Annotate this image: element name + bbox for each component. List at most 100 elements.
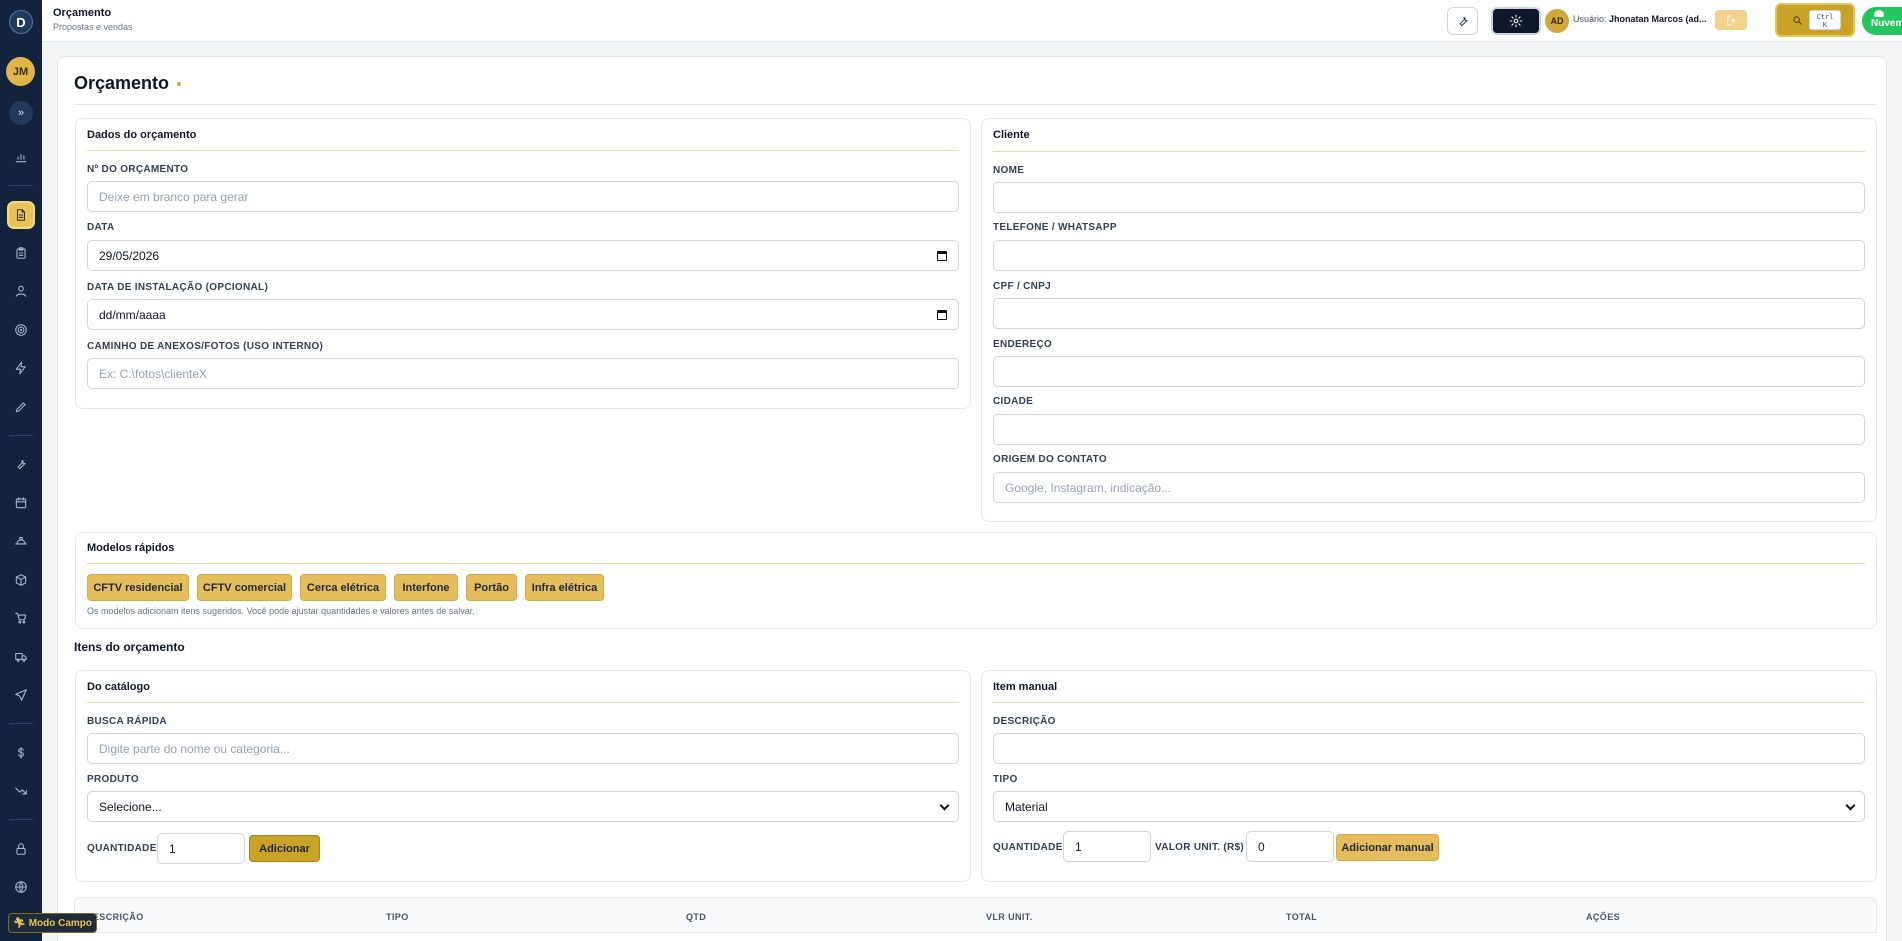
nome-input[interactable] (993, 182, 1865, 213)
cliente-card-title: Cliente (993, 129, 1030, 141)
modelos-card-title: Modelos rápidos (87, 542, 175, 554)
chip-cftv-residencial[interactable]: CFTV residencial (87, 574, 189, 601)
search-button[interactable]: Ctrl K (1775, 3, 1855, 37)
instalacao-label: DATA DE INSTALAÇÃO (OPCIONAL) (87, 282, 269, 293)
logout-icon (1726, 15, 1735, 25)
endereco-label: ENDEREÇO (993, 339, 1053, 350)
hard-hat-icon[interactable] (7, 527, 35, 555)
tipo-label: TIPO (993, 774, 1018, 785)
valor-label: VALOR UNIT. (R$) (1155, 842, 1245, 853)
document-icon[interactable] (7, 201, 35, 229)
cart-icon[interactable] (7, 604, 35, 632)
endereco-input[interactable] (993, 356, 1865, 387)
catalogo-card-title: Do catálogo (87, 681, 150, 693)
chevron-down-icon (939, 800, 950, 811)
chip-cftv-comercial[interactable]: CFTV comercial (197, 574, 292, 601)
trending-down-icon[interactable] (7, 777, 35, 805)
adicionar-button[interactable]: Adicionar (249, 835, 320, 862)
admin-avatar[interactable]: AD (1545, 9, 1569, 33)
th-tipo: TIPO (386, 912, 409, 922)
title-divider (74, 104, 1877, 105)
card-rule (993, 151, 1865, 152)
clipboard-icon[interactable] (7, 239, 35, 267)
box-icon[interactable] (7, 566, 35, 594)
settings-button[interactable] (1491, 7, 1541, 35)
th-acoes: AÇÕES (1586, 912, 1621, 922)
expand-sidebar-button[interactable]: » (9, 101, 33, 125)
card-rule (87, 702, 959, 703)
th-vlr-unit: VLR UNIT. (986, 912, 1033, 922)
sidebar: D JM » (0, 0, 42, 941)
quantidade-label: QUANTIDADE (87, 843, 157, 854)
gear-icon (1509, 14, 1523, 28)
tipo-value: Material (1005, 799, 1048, 814)
user-prefix: Usuário: (1573, 14, 1607, 24)
quantidade-input[interactable]: 1 (157, 833, 245, 864)
calendar-icon[interactable] (937, 251, 947, 261)
user-avatar[interactable]: JM (6, 57, 35, 86)
sidebar-divider (9, 819, 33, 820)
truck-icon[interactable] (7, 643, 35, 671)
telefone-input[interactable] (993, 240, 1865, 271)
send-icon[interactable] (7, 681, 35, 709)
descricao-label: DESCRIÇÃO (993, 716, 1056, 727)
origem-input[interactable]: Google, Instagram, indicação... (993, 472, 1865, 503)
manual-quantidade-input[interactable]: 1 (1063, 831, 1151, 862)
logout-button[interactable] (1715, 10, 1747, 30)
shortcut-badge: Ctrl K (1809, 10, 1841, 30)
cloud-icon (1874, 10, 1884, 17)
anexos-input[interactable]: Ex: C:\fotos\clienteX (87, 358, 959, 389)
topbar-subtitle: Propostas e vendas (53, 22, 133, 32)
chip-portao[interactable]: Portão (466, 574, 517, 601)
lock-icon[interactable] (7, 835, 35, 863)
modelos-hint: Os modelos adicionam itens sugeridos. Vo… (87, 606, 475, 616)
globe-icon[interactable] (7, 873, 35, 901)
bar-chart-icon[interactable] (7, 143, 35, 171)
topbar-title: Orçamento (53, 7, 112, 19)
busca-label: BUSCA RÁPIDA (87, 716, 167, 727)
wrench-icon (1459, 16, 1468, 27)
data-input[interactable]: 29/05/2026 (87, 240, 959, 271)
descricao-input[interactable] (993, 733, 1865, 764)
shortcut-line2: K (1822, 21, 1828, 29)
modo-campo-button[interactable]: 🏃︎ Modo Campo (8, 913, 97, 933)
sidebar-divider (9, 435, 33, 436)
chip-cerca-eletrica[interactable]: Cerca elétrica (300, 574, 386, 601)
dados-card-title: Dados do orçamento (87, 129, 197, 141)
chip-infra-eletrica[interactable]: Infra elétrica (525, 574, 604, 601)
numero-label: Nº DO ORÇAMENTO (87, 164, 189, 175)
anexos-label: CAMINHO DE ANEXOS/FOTOS (USO INTERNO) (87, 341, 324, 352)
adicionar-manual-button[interactable]: Adicionar manual (1336, 834, 1439, 861)
pencil-icon[interactable] (7, 393, 35, 421)
telefone-label: TELEFONE / WHATSAPP (993, 222, 1117, 233)
bolt-icon[interactable] (7, 354, 35, 382)
search-icon (1793, 16, 1802, 25)
user-name: Jhonatan Marcos (ad... (1609, 14, 1707, 24)
cidade-input[interactable] (993, 414, 1865, 445)
valor-input[interactable]: 0 (1246, 831, 1334, 862)
target-icon[interactable] (7, 316, 35, 344)
page-title: Orçamento (74, 73, 170, 93)
busca-rapida-input[interactable]: Digite parte do nome ou categoria... (87, 733, 959, 764)
produto-label: PRODUTO (87, 774, 139, 785)
walking-icon: 🏃︎ (12, 917, 26, 929)
instalacao-input[interactable]: dd/mm/aaaa (87, 299, 959, 330)
numero-orcamento-input[interactable]: Deixe em branco para gerar (87, 181, 959, 212)
wrench-icon[interactable] (7, 450, 35, 478)
cloud-status-button[interactable]: Nuvem (1862, 7, 1902, 35)
card-rule (993, 702, 1865, 703)
sidebar-divider (9, 185, 33, 186)
calendar-icon[interactable] (937, 310, 947, 320)
app-logo[interactable]: D (9, 10, 33, 34)
instalacao-value: dd/mm/aaaa (99, 307, 166, 322)
tools-button[interactable] (1447, 7, 1478, 35)
calendar-icon[interactable] (7, 489, 35, 517)
produto-select[interactable]: Selecione... (87, 791, 959, 822)
dollar-icon[interactable] (7, 739, 35, 767)
cpf-input[interactable] (993, 298, 1865, 329)
tipo-select[interactable]: Material (993, 791, 1865, 822)
nome-label: NOME (993, 165, 1025, 176)
chip-interfone[interactable]: Interfone (394, 574, 458, 601)
cpf-label: CPF / CNPJ (993, 281, 1052, 292)
user-icon[interactable] (7, 277, 35, 305)
